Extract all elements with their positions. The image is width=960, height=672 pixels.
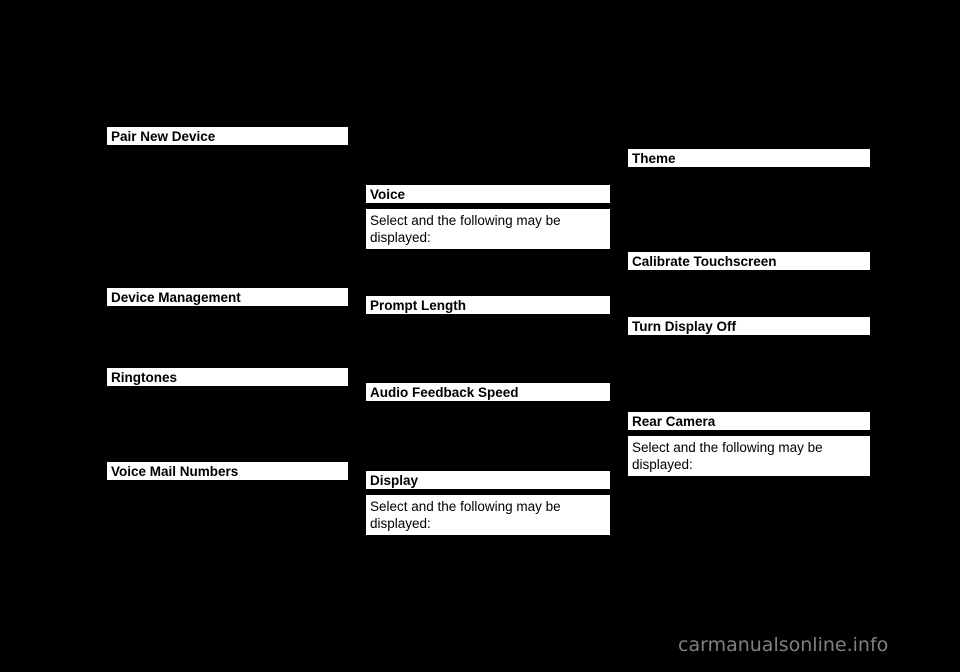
heading-prompt-length: Prompt Length [366, 296, 610, 314]
heading-theme: Theme [628, 149, 870, 167]
heading-calibrate-touchscreen: Calibrate Touchscreen [628, 252, 870, 270]
body-voice: Select and the following may be displaye… [366, 209, 610, 249]
manual-page: Pair New Device Device Management Ringto… [0, 0, 960, 672]
heading-device-management: Device Management [107, 288, 348, 306]
heading-ringtones: Ringtones [107, 368, 348, 386]
heading-display: Display [366, 471, 610, 489]
heading-voice-mail-numbers: Voice Mail Numbers [107, 462, 348, 480]
body-display: Select and the following may be displaye… [366, 495, 610, 535]
heading-turn-display-off: Turn Display Off [628, 317, 870, 335]
heading-rear-camera: Rear Camera [628, 412, 870, 430]
body-rear-camera: Select and the following may be displaye… [628, 436, 870, 476]
watermark: carmanualsonline.info [678, 634, 889, 656]
heading-audio-feedback-speed: Audio Feedback Speed [366, 383, 610, 401]
heading-voice: Voice [366, 185, 610, 203]
heading-pair-new-device: Pair New Device [107, 127, 348, 145]
